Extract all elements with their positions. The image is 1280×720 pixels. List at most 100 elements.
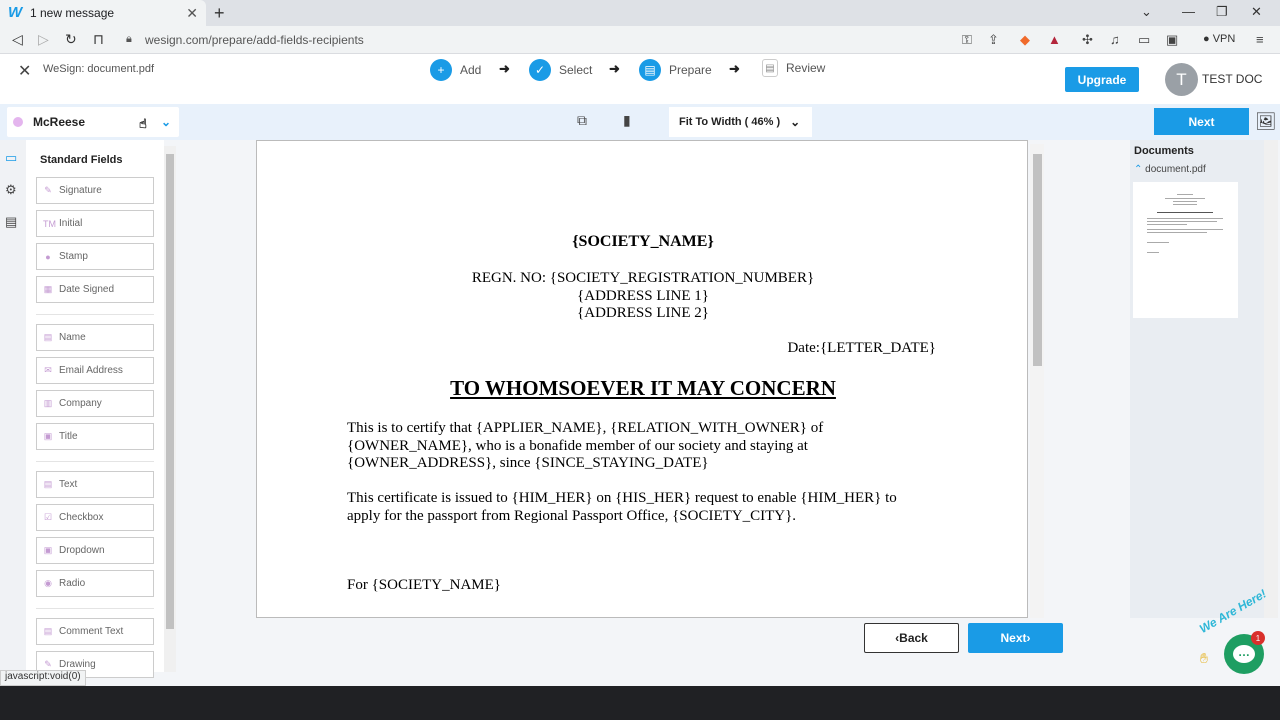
- fields-scrollbar[interactable]: [164, 146, 176, 672]
- image-icon[interactable]: 🖼︎: [1255, 112, 1277, 132]
- window-close-icon[interactable]: ✕: [1251, 4, 1262, 20]
- minimize-icon[interactable]: —: [1182, 4, 1195, 19]
- wallet-icon[interactable]: ▣: [1166, 32, 1178, 48]
- step-prepare[interactable]: ▤ Prepare: [639, 59, 712, 81]
- document-icon: ▤: [43, 332, 53, 342]
- document-list-icon[interactable]: ▤: [5, 214, 17, 230]
- field-label: Title: [59, 431, 78, 442]
- paragraph-1-line-2: {OWNER_NAME}, who is a bonafide member o…: [347, 438, 808, 454]
- documents-title: Documents: [1134, 145, 1194, 157]
- vpn-button[interactable]: ● VPN: [1203, 33, 1235, 45]
- next-button[interactable]: Next ›: [968, 623, 1063, 653]
- browser-tab[interactable]: W 1 new message ✕: [0, 0, 206, 26]
- paste-icon[interactable]: ▮: [623, 112, 631, 129]
- lock-icon: 🔒︎: [126, 33, 132, 45]
- back-icon[interactable]: ◁: [12, 31, 23, 48]
- standard-fields-panel: Standard Fields ✎ Signature TM Initial ● St…: [26, 140, 164, 678]
- email-icon: ✉: [44, 365, 52, 375]
- arrow-right-icon: ➜: [499, 61, 510, 76]
- extensions-icon[interactable]: ✣: [1082, 32, 1093, 48]
- step-label: Prepare: [669, 63, 712, 77]
- status-bar-link: javascript:void(0): [0, 670, 86, 686]
- editor-toolbar: McReese ☝︎ ⌄ ⧉ ▮ Fit To Width ( 46% ) ⌄ …: [0, 104, 1280, 140]
- field-initial[interactable]: TM Initial: [36, 210, 154, 237]
- document-thumbnail[interactable]: [1133, 182, 1238, 318]
- close-icon[interactable]: ✕: [18, 61, 31, 81]
- field-comment-text[interactable]: ▤ Comment Text: [36, 618, 154, 645]
- upgrade-button[interactable]: Upgrade: [1065, 67, 1139, 92]
- share-icon[interactable]: ⇪: [988, 32, 999, 48]
- chat-bubble-icon: …: [1233, 645, 1255, 663]
- scrollbar-thumb[interactable]: [1033, 154, 1042, 366]
- maximize-icon[interactable]: ❐: [1216, 4, 1228, 20]
- field-label: Initial: [59, 218, 83, 229]
- field-name[interactable]: ▤ Name: [36, 324, 154, 351]
- fields-tab-icon[interactable]: ▭: [5, 150, 17, 166]
- recipient-color-dot: [13, 117, 23, 127]
- rewards-icon[interactable]: ▲: [1048, 32, 1061, 47]
- society-name-heading: {SOCIETY_NAME}: [572, 233, 714, 250]
- field-date-signed[interactable]: ▦ Date Signed: [36, 276, 154, 303]
- back-button[interactable]: ‹ Back: [864, 623, 959, 653]
- reload-icon[interactable]: ↻: [65, 31, 77, 48]
- field-dropdown[interactable]: ▣ Dropdown: [36, 537, 154, 564]
- new-tab-button[interactable]: +: [214, 3, 225, 24]
- document-file-name: document.pdf: [1145, 164, 1206, 175]
- documents-scrollbar[interactable]: [1264, 140, 1278, 618]
- fields-title: Standard Fields: [40, 154, 123, 166]
- field-label: Dropdown: [59, 545, 105, 556]
- field-label: Email Address: [59, 365, 123, 376]
- thumb-line: [1147, 224, 1187, 225]
- divider: [36, 461, 154, 462]
- step-label: Review: [786, 61, 826, 75]
- field-title[interactable]: ▣ Title: [36, 423, 154, 450]
- waving-hand-icon: ✋︎: [1200, 650, 1208, 666]
- sidebar-icon[interactable]: ▭: [1138, 32, 1150, 48]
- title-icon: ▣: [43, 431, 53, 441]
- checkbox-icon: ☑: [43, 512, 53, 522]
- settings-gears-icon[interactable]: ⚙: [5, 182, 17, 198]
- tab-close-icon[interactable]: ✕: [186, 5, 198, 22]
- app-header: ✕ WeSign: document.pdf + Add ➜ ✓ Select …: [0, 54, 1280, 104]
- avatar[interactable]: T: [1165, 63, 1198, 96]
- pen-icon: ✎: [44, 185, 52, 195]
- bookmark-icon[interactable]: ⊓: [93, 31, 104, 48]
- field-label: Text: [59, 479, 78, 490]
- copy-page-icon[interactable]: ⧉: [577, 112, 587, 129]
- url-field[interactable]: wesign.com/prepare/add-fields-recipients: [145, 33, 364, 47]
- document-scrollbar[interactable]: [1030, 144, 1044, 618]
- forward-icon[interactable]: ▷: [38, 31, 49, 48]
- back-label: Back: [899, 631, 928, 645]
- step-add[interactable]: + Add: [430, 59, 481, 81]
- chevron-down-icon[interactable]: ⌄: [1141, 4, 1152, 20]
- field-stamp[interactable]: ● Stamp: [36, 243, 154, 270]
- field-email-address[interactable]: ✉ Email Address: [36, 357, 154, 384]
- key-icon[interactable]: ⚿: [962, 32, 972, 48]
- step-select[interactable]: ✓ Select: [529, 59, 592, 81]
- music-icon[interactable]: ♫: [1110, 32, 1120, 47]
- field-company[interactable]: ▥ Company: [36, 390, 154, 417]
- chat-button[interactable]: … 1: [1224, 631, 1265, 674]
- field-signature[interactable]: ✎ Signature: [36, 177, 154, 204]
- document-file-item[interactable]: ⌃ document.pdf: [1134, 164, 1206, 175]
- user-name[interactable]: TEST DOC: [1202, 72, 1262, 86]
- scrollbar-thumb[interactable]: [166, 154, 174, 629]
- document-page[interactable]: {SOCIETY_NAME} REGN. NO: {SOCIETY_REGIST…: [256, 140, 1028, 618]
- radio-icon: ◉: [44, 578, 52, 588]
- recipient-selector[interactable]: McReese ☝︎ ⌄: [7, 107, 179, 137]
- field-label: Drawing: [59, 659, 96, 670]
- step-review[interactable]: ▤ Review: [762, 59, 825, 77]
- menu-icon[interactable]: ≡: [1256, 32, 1264, 47]
- divider: [36, 608, 154, 609]
- calendar-icon: ▦: [43, 284, 53, 294]
- paragraph-2-line-2: apply for the passport from Regional Pas…: [347, 508, 797, 524]
- field-label: Name: [59, 332, 86, 343]
- field-text[interactable]: ▤ Text: [36, 471, 154, 498]
- brave-shield-icon[interactable]: ◆: [1020, 32, 1030, 48]
- next-button-top[interactable]: Next: [1154, 108, 1249, 135]
- field-label: Company: [59, 398, 102, 409]
- step-label: Add: [460, 63, 482, 77]
- field-checkbox[interactable]: ☑ Checkbox: [36, 504, 154, 531]
- zoom-dropdown[interactable]: Fit To Width ( 46% ) ⌄: [669, 107, 812, 137]
- field-radio[interactable]: ◉ Radio: [36, 570, 154, 597]
